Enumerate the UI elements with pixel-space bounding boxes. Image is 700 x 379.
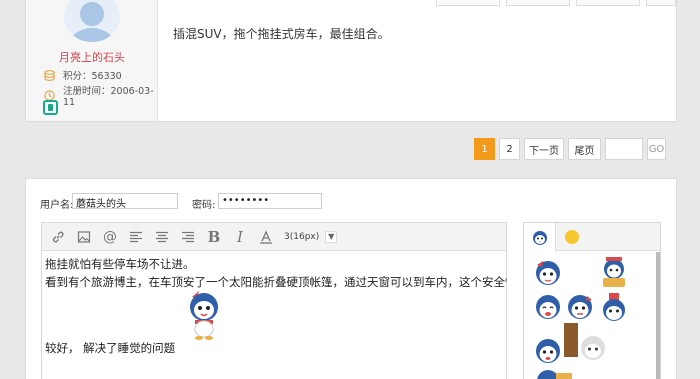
penguin-emoji[interactable]	[534, 259, 562, 289]
penguin-emoji[interactable]	[566, 293, 594, 323]
chevron-down-icon[interactable]: ▼	[325, 230, 338, 243]
penguin-emoji[interactable]	[534, 367, 574, 379]
password-input[interactable]: ••••••••	[218, 193, 322, 209]
coins-icon	[44, 69, 55, 81]
align-right-icon[interactable]	[180, 229, 196, 245]
post-card: 月亮上的石头 积分：56330 注册时间：2006-03-11 插混SUV，拖个…	[25, 0, 677, 122]
reg-date-text: 注册时间：2006-03-11	[63, 86, 154, 108]
penguin-sticker-image	[187, 289, 221, 344]
smiley-tab[interactable]	[556, 223, 588, 251]
author-points: 积分：56330	[44, 68, 122, 82]
phone-badge-icon	[43, 100, 58, 115]
align-center-icon[interactable]	[154, 229, 170, 245]
penguin-tab[interactable]	[524, 223, 556, 252]
post-action-bar	[430, 0, 676, 6]
emoji-tabs	[524, 223, 660, 252]
page-current[interactable]: 1	[474, 138, 495, 160]
penguin-emoji[interactable]	[578, 333, 608, 363]
emoji-panel	[523, 222, 661, 379]
go-button[interactable]: GO	[647, 138, 666, 160]
post-action-button[interactable]	[576, 0, 640, 6]
avatar[interactable]	[64, 0, 120, 42]
penguin-emoji[interactable]	[534, 293, 562, 323]
editor-toolbar: @ B I 3(16px) ▼	[42, 223, 506, 251]
emoji-grid	[524, 253, 654, 379]
content-line: 较好， 解决了睡觉的问题	[45, 341, 176, 355]
italic-icon[interactable]: I	[232, 228, 248, 246]
content-line: 拖挂就怕有些停车场不让进。	[45, 257, 195, 271]
pagination: 1 2 下一页 尾页 GO	[474, 138, 666, 160]
last-page-button[interactable]: 尾页	[568, 138, 601, 160]
content-line: 看到有个旅游博主，在车顶安了一个太阳能折叠硬顶帐篷，通过天窗可以到车内，这个安全…	[45, 275, 507, 289]
post-action-button[interactable]	[436, 0, 500, 6]
penguin-emoji[interactable]	[600, 293, 628, 325]
author-username[interactable]: 月亮上的石头	[26, 49, 158, 65]
penguin-icon	[532, 230, 547, 245]
password-label: 密码:	[192, 200, 216, 211]
page-jump-input[interactable]	[605, 138, 643, 160]
font-size-select[interactable]: 3(16px)	[284, 232, 319, 242]
post-action-button[interactable]	[506, 0, 570, 6]
emoji-scrollbar[interactable]	[656, 252, 660, 379]
page-2-link[interactable]: 2	[499, 138, 520, 160]
text-color-icon[interactable]	[258, 229, 274, 245]
smiley-icon	[565, 230, 579, 244]
avatar-placeholder-icon	[70, 2, 114, 42]
wooden-sign-emoji[interactable]	[564, 323, 578, 357]
bold-icon[interactable]: B	[206, 228, 222, 246]
points-text: 积分：56330	[63, 71, 122, 82]
post-action-button[interactable]	[646, 0, 676, 6]
reply-form: 用户名: 蘑菇头的头 密码: •••••••• @ B I 3(16px) ▼ …	[25, 178, 677, 379]
image-icon[interactable]	[76, 229, 92, 245]
username-label: 用户名:	[40, 200, 74, 211]
rich-text-editor: @ B I 3(16px) ▼ 拖挂就怕有些停车场不让进。 看到有个旅游博主，在…	[41, 222, 507, 379]
align-left-icon[interactable]	[128, 229, 144, 245]
author-panel: 月亮上的石头 积分：56330 注册时间：2006-03-11	[26, 0, 158, 121]
next-page-button[interactable]: 下一页	[524, 138, 564, 160]
at-mention-icon[interactable]: @	[102, 229, 118, 245]
penguin-emoji[interactable]	[600, 257, 628, 289]
post-content: 插混SUV，拖个拖挂式房车，最佳组合。	[173, 27, 390, 41]
link-icon[interactable]	[50, 229, 66, 245]
editor-content[interactable]: 拖挂就怕有些停车场不让进。 看到有个旅游博主，在车顶安了一个太阳能折叠硬顶帐篷，…	[45, 255, 507, 291]
penguin-emoji[interactable]	[534, 337, 562, 367]
author-reg-date: 注册时间：2006-03-11	[44, 83, 157, 108]
username-input[interactable]: 蘑菇头的头	[72, 193, 178, 210]
